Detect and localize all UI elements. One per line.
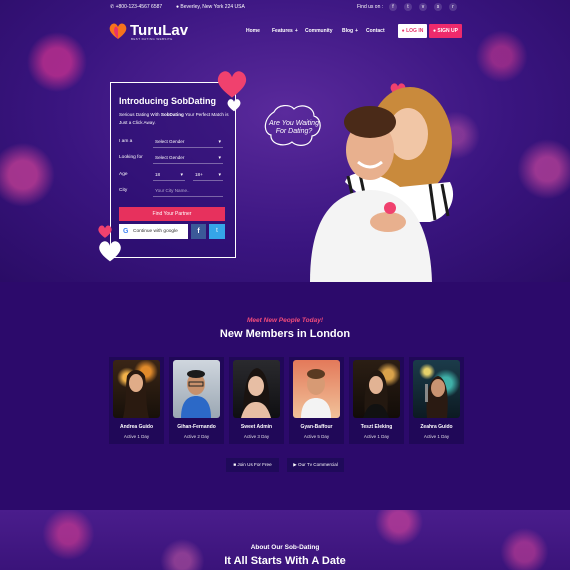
member-activity: Active 1 Day	[123, 434, 150, 439]
facebook-login-button[interactable]: f	[191, 224, 206, 239]
member-photo	[353, 360, 400, 418]
twitter-login-button[interactable]: t	[209, 224, 225, 239]
member-photo	[293, 360, 340, 418]
find-partner-button[interactable]: Find Your Partner	[119, 207, 225, 221]
login-label: LOG IN	[406, 28, 424, 34]
nav-contact-label: Contact	[366, 28, 385, 34]
tv-commercial-button[interactable]: ▶ Our Tv Commercial	[287, 458, 344, 472]
age-to-select[interactable]: 18+ ▾	[193, 169, 223, 181]
partner-search-form: Introducing SobDating Serious Dating Wit…	[110, 82, 236, 258]
google-icon: G	[123, 228, 129, 235]
member-name: Gihan-Fernando	[177, 424, 216, 430]
plus-icon: +	[355, 28, 359, 34]
looking-for-row: Looking for Select Gender ▾	[119, 152, 231, 164]
logo-heart-icon	[109, 23, 127, 39]
member-activity: Active 1 Day	[423, 434, 450, 439]
about-section: About Our Sob-Dating It All Starts With …	[0, 510, 570, 570]
members-kicker: Meet New People Today!	[247, 317, 323, 324]
phone-number: +800-123-4567 6587	[115, 4, 163, 10]
new-members-section: Meet New People Today! New Members in Lo…	[0, 282, 570, 510]
form-title: Introducing SobDating	[119, 96, 216, 106]
nav-features[interactable]: Features +	[272, 28, 298, 34]
looking-for-label: Looking for	[119, 155, 143, 160]
heart-icon	[99, 241, 121, 262]
chevron-down-icon: ▾	[180, 172, 183, 178]
tv-commercial-label: Our Tv Commercial	[298, 462, 338, 467]
join-free-button[interactable]: ■ Join Us For Free	[226, 458, 279, 472]
member-name: Teszt Eleking	[360, 424, 393, 430]
i-am-select[interactable]: Select Gender ▾	[153, 136, 223, 148]
about-kicker: About Our Sob-Dating	[250, 544, 320, 551]
couple-photo	[310, 87, 454, 282]
city-row: City Your City Name..	[119, 185, 231, 197]
plus-icon: +	[294, 28, 298, 34]
hero-section: ✆ +800-123-4567 6587 ● Beverley, New Yor…	[0, 0, 570, 282]
google-label: Continue with google	[133, 229, 178, 234]
heart-icon	[227, 99, 241, 112]
twitter-icon[interactable]: t	[404, 3, 412, 11]
member-name: Zeahra Guido	[420, 424, 453, 430]
member-activity: Active 5 Day	[303, 434, 330, 439]
city-input[interactable]: Your City Name..	[153, 185, 223, 197]
nav-home[interactable]: Home	[246, 28, 260, 34]
signup-button[interactable]: ● SIGN UP	[429, 24, 462, 38]
member-name: Gyan-Baffour	[300, 424, 333, 430]
member-photo	[413, 360, 460, 418]
nav-blog-label: Blog	[342, 28, 354, 34]
address-text: Beverley, New York 224 USA	[180, 4, 245, 10]
form-subtitle: Serious Dating With SobDating Your Perfe…	[119, 112, 229, 125]
skype-icon[interactable]: s	[434, 3, 442, 11]
member-photo	[233, 360, 280, 418]
member-activity: Active 2 Day	[183, 434, 210, 439]
signup-label: SIGN UP	[437, 28, 458, 34]
member-photo	[113, 360, 160, 418]
member-name: Andrea Guido	[119, 424, 154, 430]
member-card[interactable]: Gihan-Fernando Active 2 Day	[169, 357, 224, 444]
chevron-down-icon: ▾	[218, 155, 221, 161]
chevron-down-icon: ▾	[218, 172, 221, 178]
about-title: It All Starts With A Date	[224, 555, 346, 567]
age-row: Age 18 ▾ 18+ ▾	[119, 169, 231, 181]
looking-for-select[interactable]: Select Gender ▾	[153, 152, 223, 164]
member-activity: Active 1 Day	[363, 434, 390, 439]
join-free-label: Join Us For Free	[237, 462, 272, 467]
nav-features-label: Features	[272, 28, 293, 34]
age-label: Age	[119, 172, 128, 177]
member-card[interactable]: Sweet Admin Active 3 Day	[229, 357, 284, 444]
login-button[interactable]: ● LOG IN	[398, 24, 427, 38]
city-label: City	[119, 188, 128, 193]
member-card[interactable]: Teszt Eleking Active 1 Day	[349, 357, 404, 444]
member-activity: Active 3 Day	[243, 434, 270, 439]
member-card[interactable]: Gyan-Baffour Active 5 Day	[289, 357, 344, 444]
phone-info[interactable]: ✆ +800-123-4567 6587	[110, 4, 162, 10]
address-info: ● Beverley, New York 224 USA	[176, 4, 245, 10]
i-am-row: I am a Select Gender ▾	[119, 136, 231, 148]
members-title: New Members in London	[219, 328, 351, 340]
nav-home-label: Home	[246, 28, 260, 34]
rss-icon[interactable]: r	[449, 3, 457, 11]
google-login-button[interactable]: G Continue with google	[119, 224, 188, 239]
heart-icon	[98, 225, 112, 238]
nav-community[interactable]: Community	[305, 28, 333, 34]
vimeo-icon[interactable]: v	[419, 3, 427, 11]
top-bar: ✆ +800-123-4567 6587 ● Beverley, New Yor…	[0, 0, 570, 14]
heart-icon	[217, 71, 247, 98]
member-card[interactable]: Zeahra Guido Active 1 Day	[409, 357, 464, 444]
nav-community-label: Community	[305, 28, 333, 34]
brand-tagline: BEST DATING WEBSITE	[131, 37, 173, 41]
member-card[interactable]: Andrea Guido Active 1 Day	[109, 357, 164, 444]
nav-blog[interactable]: Blog +	[342, 28, 358, 34]
age-from-select[interactable]: 18 ▾	[153, 169, 185, 181]
main-navbar: TuruLav BEST DATING WEBSITE Home Feature…	[0, 18, 570, 44]
i-am-label: I am a	[119, 139, 133, 144]
chevron-down-icon: ▾	[218, 139, 221, 145]
member-photo	[173, 360, 220, 418]
facebook-icon[interactable]: f	[389, 3, 397, 11]
nav-contact[interactable]: Contact	[366, 28, 385, 34]
member-name: Sweet Admin	[240, 424, 273, 430]
find-us-label: Find us on :	[357, 4, 384, 10]
